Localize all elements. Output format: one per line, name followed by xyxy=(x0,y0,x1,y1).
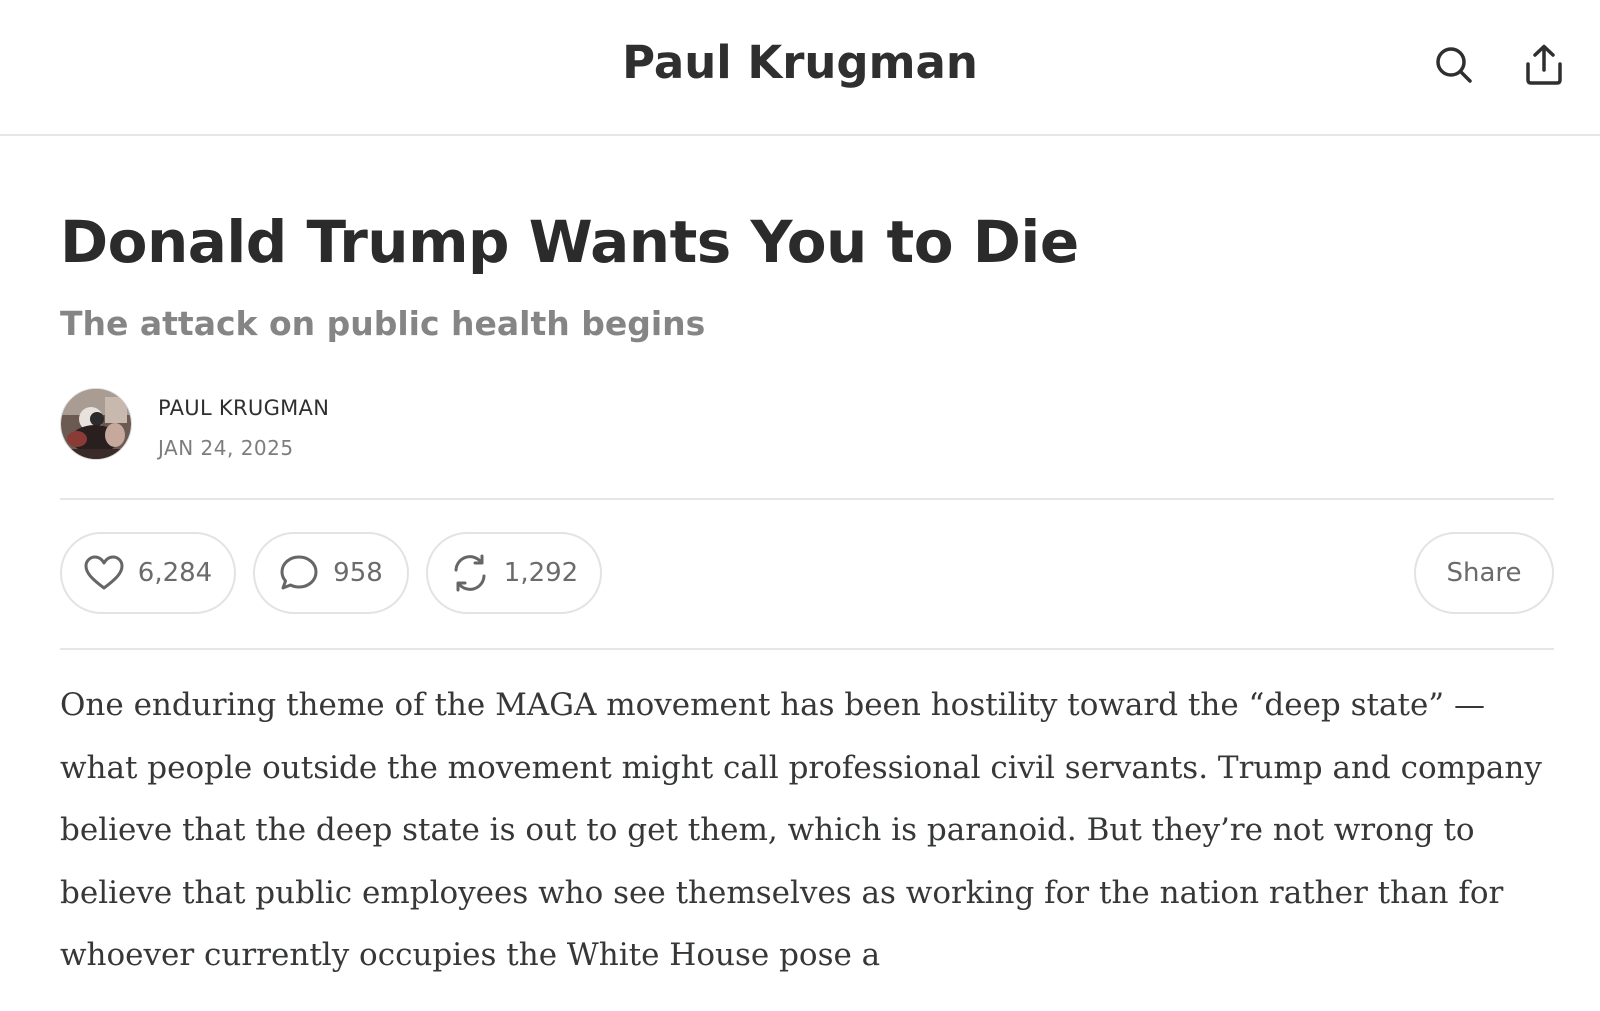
share-button[interactable]: Share xyxy=(1414,532,1554,614)
heart-icon xyxy=(84,555,124,590)
divider xyxy=(60,648,1554,650)
author-name[interactable]: PAUL KRUGMAN xyxy=(158,394,329,422)
comment-icon xyxy=(280,555,318,590)
author-avatar[interactable] xyxy=(60,388,132,460)
author-photo xyxy=(61,389,131,459)
share-label: Share xyxy=(1446,558,1522,588)
share-icon xyxy=(1526,44,1562,85)
post-actions: 6,284 958 1,292 Share xyxy=(60,532,1554,614)
share-post-button[interactable] xyxy=(1519,40,1569,90)
search-icon xyxy=(1436,47,1472,83)
post-subtitle: The attack on public health begins xyxy=(60,304,706,343)
top-bar: Paul Krugman xyxy=(0,0,1600,136)
comment-button[interactable]: 958 xyxy=(253,532,409,614)
divider xyxy=(60,498,1554,500)
search-button[interactable] xyxy=(1429,40,1479,90)
restack-count: 1,292 xyxy=(503,558,579,588)
restack-icon xyxy=(454,554,486,592)
byline: PAUL KRUGMAN JAN 24, 2025 xyxy=(60,386,760,462)
restack-button[interactable]: 1,292 xyxy=(426,532,602,614)
publication-title[interactable]: Paul Krugman xyxy=(0,34,1600,92)
post-title: Donald Trump Wants You to Die xyxy=(60,208,1079,276)
post-date: JAN 24, 2025 xyxy=(158,436,294,460)
post-body-paragraph: One enduring theme of the MAGA movement … xyxy=(60,687,1542,973)
like-button[interactable]: 6,284 xyxy=(60,532,236,614)
comment-count: 958 xyxy=(333,558,383,588)
like-count: 6,284 xyxy=(137,558,213,588)
